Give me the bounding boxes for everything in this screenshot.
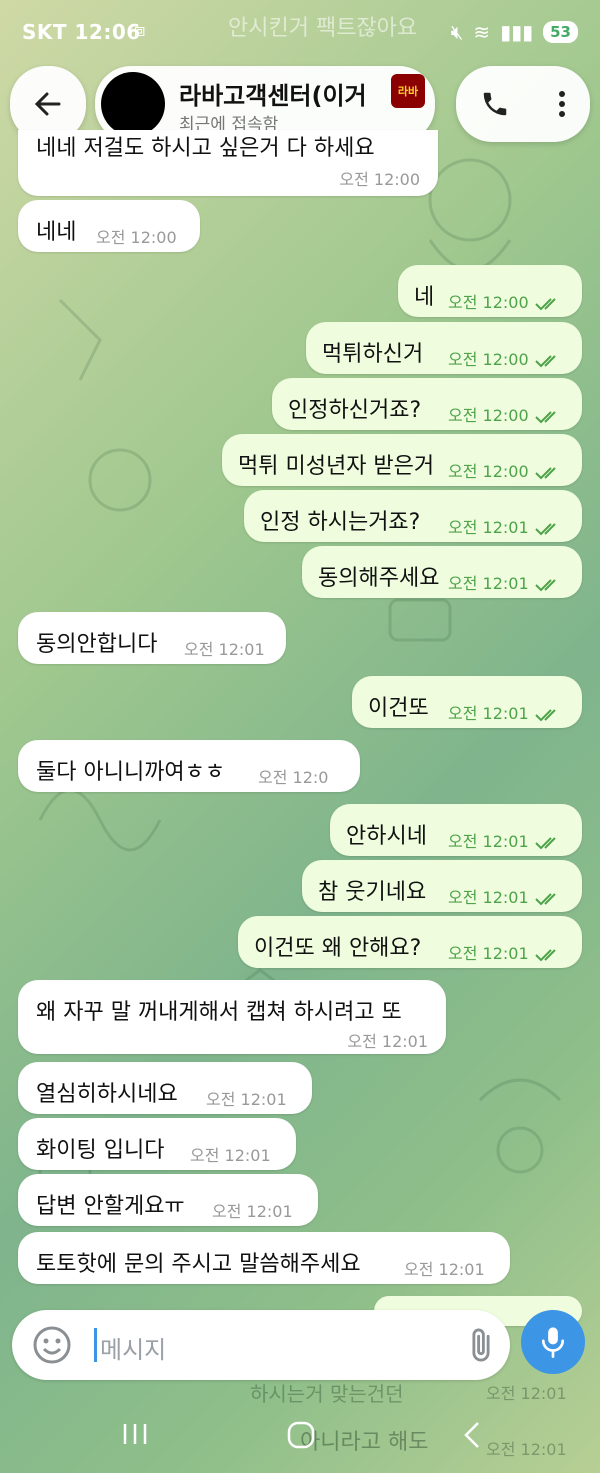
brand-logo: 라바 <box>391 74 425 108</box>
attach-icon[interactable] <box>462 1326 500 1364</box>
message-incoming[interactable]: 화이팅 입니다 오전 12:01 <box>18 1118 296 1170</box>
home-icon[interactable] <box>286 1420 316 1450</box>
message-text: 인정 하시는거죠? <box>260 510 421 535</box>
battery-indicator: 53 <box>543 21 578 43</box>
message-incoming[interactable]: 동의안합니다 오전 12:01 <box>18 612 286 664</box>
phone-icon[interactable] <box>480 89 510 119</box>
message-text: 이건또 <box>368 696 429 721</box>
message-time: 오전 12:01 <box>404 1260 485 1279</box>
message-text: 열심히하시네요 <box>36 1082 178 1107</box>
message-time: 오전 12:0 <box>258 768 329 787</box>
message-text: 안하시네 <box>346 824 427 849</box>
read-checks-icon <box>534 354 556 367</box>
message-outgoing[interactable]: 먹튀 미성년자 받은거 오전 12:00 <box>222 434 582 486</box>
message-incoming[interactable]: 열심히하시네요 오전 12:01 <box>18 1062 312 1114</box>
carrier-time: SKT 12:06 <box>22 20 141 44</box>
read-checks-icon <box>534 410 556 423</box>
message-outgoing[interactable]: 이건또 오전 12:01 <box>352 676 582 728</box>
message-time: 오전 12:01 <box>347 1032 428 1051</box>
wifi-icon: ≋ <box>473 20 491 44</box>
message-outgoing[interactable]: 안하시네 오전 12:01 <box>330 804 582 856</box>
message-time: 오전 12:00 <box>448 462 529 481</box>
back-arrow-icon <box>34 92 61 116</box>
microphone-icon <box>541 1327 565 1358</box>
message-text: 먹튀 미성년자 받은거 <box>238 454 435 479</box>
back-nav-icon[interactable] <box>460 1420 484 1450</box>
message-text: 화이팅 입니다 <box>36 1138 165 1163</box>
message-outgoing[interactable]: 인정 하시는거죠? 오전 12:01 <box>244 490 582 542</box>
message-input-placeholder: 메시지 <box>100 1336 167 1364</box>
voice-record-button[interactable] <box>521 1310 585 1374</box>
more-menu-icon[interactable] <box>557 89 567 119</box>
message-time: 오전 12:01 <box>448 704 529 723</box>
message-incoming[interactable]: 답변 안할게요ㅠ 오전 12:01 <box>18 1174 318 1226</box>
recent-apps-icon[interactable] <box>120 1422 150 1446</box>
message-outgoing[interactable]: 인정하신거죠? 오전 12:00 <box>272 378 582 430</box>
message-incoming[interactable]: 네네 저걸도 하시고 싶은거 다 하세요 오전 12:00 <box>18 130 438 196</box>
message-text: 인정하신거죠? <box>288 398 422 423</box>
message-time: 오전 12:00 <box>339 170 420 189</box>
message-time: 오전 12:01 <box>448 832 529 851</box>
message-composer[interactable]: 메시지 <box>12 1310 510 1380</box>
message-incoming[interactable]: 네네 오전 12:00 <box>18 200 200 252</box>
read-checks-icon <box>534 522 556 535</box>
message-text: 둘다 아니니까여ㅎㅎ <box>36 760 226 785</box>
message-incoming[interactable]: 왜 자꾸 말 꺼내게해서 캡쳐 하시려고 또 오전 12:01 <box>18 980 446 1054</box>
system-nav-bar <box>0 1400 600 1473</box>
message-text: 네네 저걸도 하시고 싶은거 다 하세요 <box>36 136 375 161</box>
read-checks-icon <box>534 578 556 591</box>
message-outgoing[interactable]: 동의해주세요 오전 12:01 <box>302 546 582 598</box>
read-checks-icon <box>534 297 556 310</box>
emoji-icon[interactable] <box>32 1325 72 1365</box>
message-time: 오전 12:01 <box>448 888 529 907</box>
screenshot-icon: ⧈ <box>134 20 146 41</box>
message-outgoing[interactable]: 먹튀하신거 오전 12:00 <box>306 322 582 374</box>
message-text: 토토핫에 문의 주시고 말씀해주세요 <box>36 1252 361 1277</box>
message-time: 오전 12:00 <box>448 350 529 369</box>
message-time: 오전 12:01 <box>212 1202 293 1221</box>
read-checks-icon <box>534 948 556 961</box>
message-time: 오전 12:01 <box>184 640 265 659</box>
message-time: 오전 12:01 <box>448 944 529 963</box>
message-time: 오전 12:01 <box>206 1090 287 1109</box>
message-time: 오전 12:00 <box>96 228 177 247</box>
mute-icon: 🔇︎ <box>450 20 464 44</box>
message-incoming[interactable]: 둘다 아니니까여ㅎㅎ 오전 12:0 <box>18 740 360 792</box>
message-text: 왜 자꾸 말 꺼내게해서 캡쳐 하시려고 또 <box>36 1000 402 1025</box>
message-outgoing[interactable]: 참 웃기네요 오전 12:01 <box>302 860 582 912</box>
status-bar: SKT 12:06 ⧈ 안시킨거 팩트잖아요 🔇︎ ≋ ▮▮▮ 53 <box>0 0 600 64</box>
message-time: 오전 12:01 <box>448 518 529 537</box>
signal-icon: ▮▮▮ <box>500 20 534 44</box>
message-text: 답변 안할게요ㅠ <box>36 1194 185 1219</box>
message-time: 오전 12:01 <box>190 1146 271 1165</box>
avatar[interactable] <box>101 72 165 136</box>
header-actions <box>456 66 590 142</box>
read-checks-icon <box>534 466 556 479</box>
message-outgoing[interactable]: 네 오전 12:00 <box>398 265 582 317</box>
message-text: 먹튀하신거 <box>322 342 424 367</box>
message-text: 네 <box>414 285 435 310</box>
text-cursor <box>94 1328 97 1362</box>
message-incoming[interactable]: 토토핫에 문의 주시고 말씀해주세요 오전 12:01 <box>18 1232 510 1284</box>
message-time: 오전 12:01 <box>448 574 529 593</box>
message-time: 오전 12:00 <box>448 406 529 425</box>
message-text: 네네 <box>36 220 77 245</box>
message-outgoing[interactable]: 이건또 왜 안해요? 오전 12:01 <box>238 916 582 968</box>
message-text: 이건또 왜 안해요? <box>254 936 422 961</box>
read-checks-icon <box>534 892 556 905</box>
read-checks-icon <box>534 836 556 849</box>
message-time: 오전 12:00 <box>448 293 529 312</box>
message-text: 동의해주세요 <box>318 566 440 591</box>
message-text: 참 웃기네요 <box>318 880 427 905</box>
chat-title: 라바고객센터(이거 <box>179 82 367 110</box>
message-text: 동의안합니다 <box>36 632 158 657</box>
read-checks-icon <box>534 708 556 721</box>
notification-ghost-text: 안시킨거 팩트잖아요 <box>228 16 418 41</box>
